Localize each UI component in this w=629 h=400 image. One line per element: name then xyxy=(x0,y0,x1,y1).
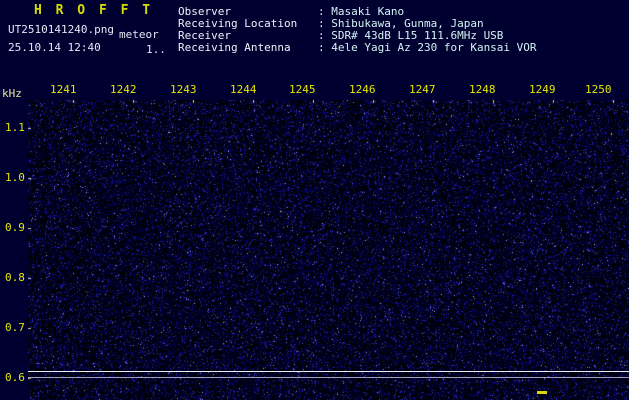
x-axis-tick-label: 1247 xyxy=(409,84,436,96)
signal-baseline xyxy=(28,377,629,378)
x-axis-tick-label: 1245 xyxy=(289,84,316,96)
x-axis-tick-label: 1249 xyxy=(529,84,556,96)
x-axis-tick-label: 1246 xyxy=(349,84,376,96)
y-axis-tick-label: 1.0 xyxy=(5,172,25,184)
signal-level-line xyxy=(28,371,629,372)
event-marker xyxy=(537,391,547,394)
x-axis-tick-label: 1250 xyxy=(585,84,612,96)
observation-mode-label: meteor xyxy=(119,29,159,41)
x-axis-tick-label: 1243 xyxy=(170,84,197,96)
info-row-antenna: Receiving Antenna : 4ele Yagi Az 230 for… xyxy=(178,42,537,54)
y-axis-unit-label: kHz xyxy=(2,88,22,100)
info-label: Receiving Antenna xyxy=(178,42,318,54)
y-axis-tick-label: 0.7 xyxy=(5,322,25,334)
app-title: H R O F F T xyxy=(34,5,153,17)
capture-datetime: 25.10.14 12:40 xyxy=(8,42,101,54)
x-axis-tick-label: 1248 xyxy=(469,84,496,96)
x-axis-tick-label: 1244 xyxy=(230,84,257,96)
y-axis-tick-label: 0.8 xyxy=(5,272,25,284)
y-axis-tick-label: 0.9 xyxy=(5,222,25,234)
x-axis-tick-label: 1241 xyxy=(50,84,77,96)
station-info-block: Observer : Masaki Kano Receiving Locatio… xyxy=(178,6,537,54)
capture-counter: 1.. xyxy=(146,44,166,56)
spectrogram-canvas xyxy=(28,100,629,400)
y-axis-tick-label: 0.6 xyxy=(5,372,25,384)
hrofft-app-window: H R O F F T UT2510141240.png meteor 25.1… xyxy=(0,0,629,400)
y-axis-tick-label: 1.1 xyxy=(5,122,25,134)
x-axis-tick-label: 1242 xyxy=(110,84,137,96)
info-value: : 4ele Yagi Az 230 for Kansai VOR xyxy=(318,42,537,54)
capture-filename: UT2510141240.png xyxy=(8,24,114,36)
